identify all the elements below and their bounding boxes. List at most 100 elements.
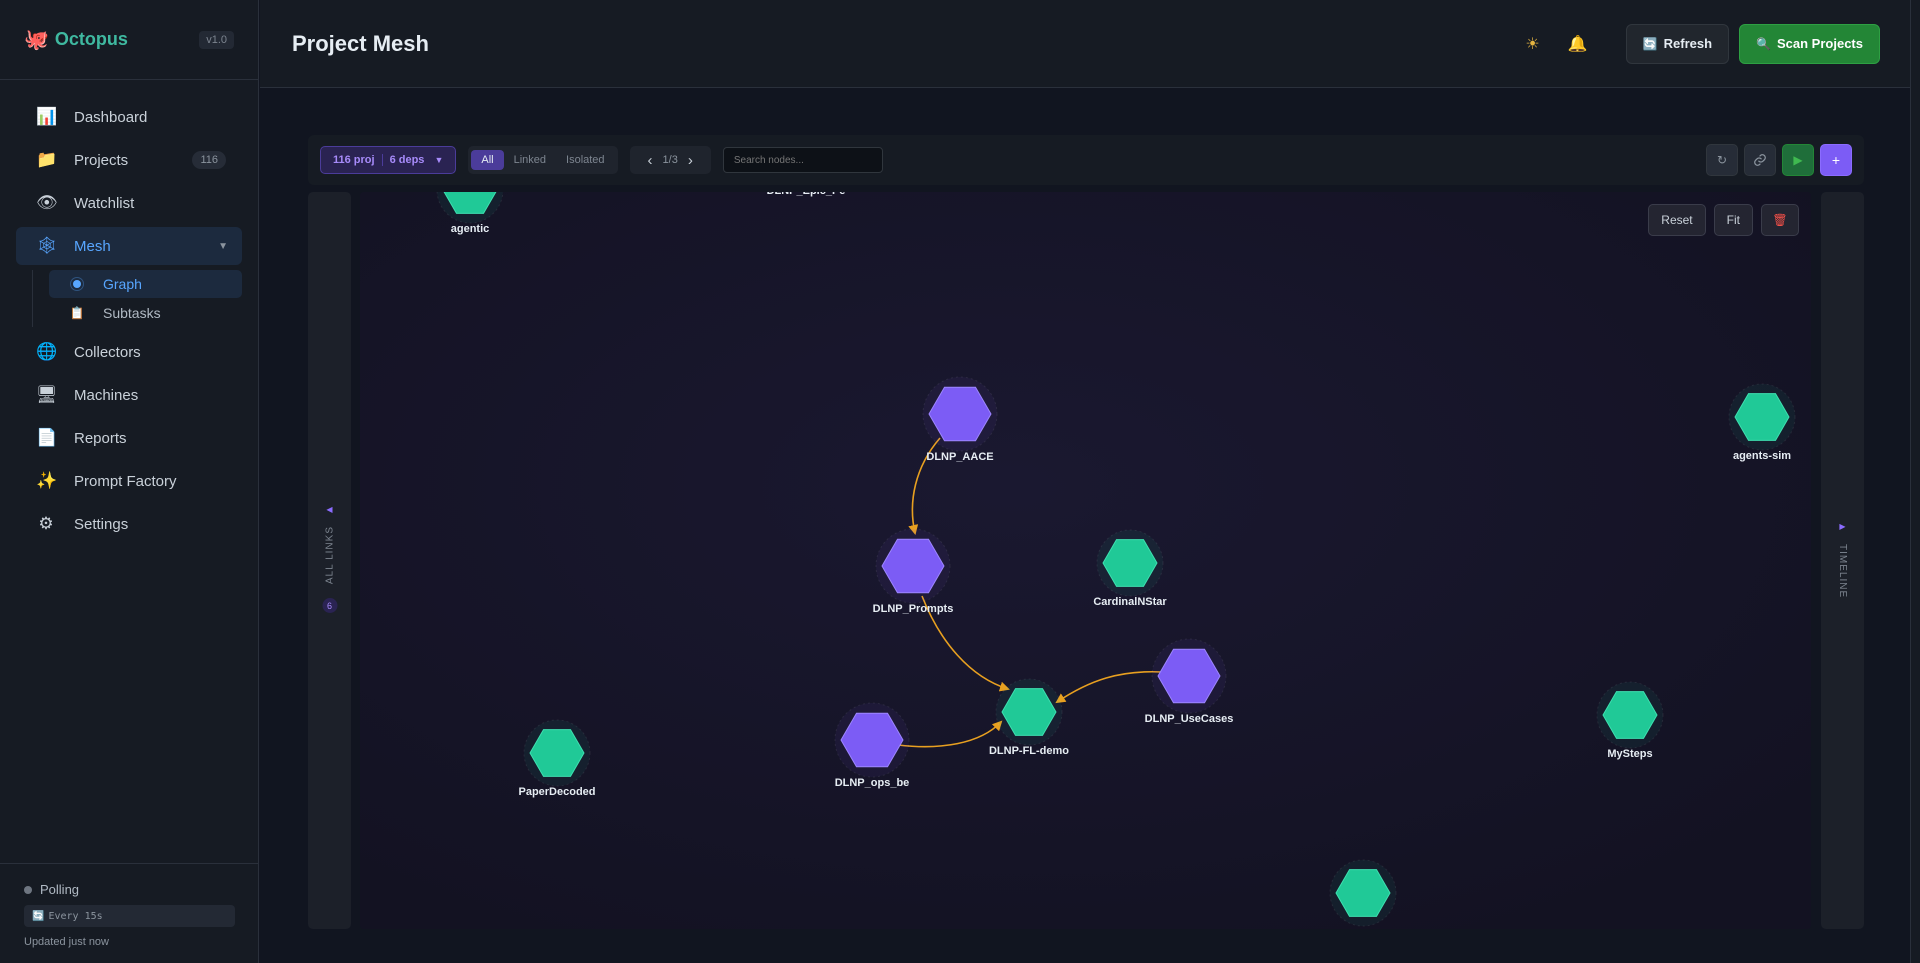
mesh-icon: 🕸 (36, 236, 58, 255)
chevron-down-icon[interactable]: ▼ (218, 241, 228, 252)
eye-icon: 👁 (36, 193, 58, 212)
sidebar-item-machines[interactable]: 🖥 Machines (16, 376, 242, 414)
radio-dot-icon (69, 277, 85, 291)
chevron-left-icon[interactable]: ‹ (638, 152, 663, 169)
scan-projects-button[interactable]: 🔍 Scan Projects (1739, 23, 1880, 64)
sparkles-icon: ✨ (36, 471, 58, 490)
node-label: DLNP_Prompts (873, 603, 954, 615)
sidebar-item-mesh[interactable]: 🕸 Mesh ▼ (16, 227, 242, 265)
graph-node[interactable] (1329, 859, 1397, 927)
clipped-node-label: DLNP_Epic_Pe (767, 192, 846, 197)
sidebar-item-prompt-factory[interactable]: ✨ Prompt Factory (16, 462, 242, 500)
theme-toggle-icon[interactable]: ☀ (1525, 34, 1539, 54)
main-nav: 📊 Dashboard 📁 Projects 116 👁 Watchlist 🕸… (0, 80, 258, 543)
gear-icon: ⚙ (38, 514, 54, 533)
deps-count: 6 deps (389, 154, 425, 166)
page-scrollbar[interactable] (1910, 0, 1920, 963)
timeline-rail[interactable]: ▶ TIMELINE (1821, 192, 1864, 929)
graph-node[interactable]: DLNP_AACE (922, 376, 998, 463)
canvas-controls: Reset Fit 🗑 (1640, 204, 1799, 236)
header-actions: ☀ 🔔 🔄 Refresh 🔍 Scan Projects (1525, 23, 1880, 64)
sidebar-item-reports[interactable]: 📄 Reports (16, 419, 242, 457)
page-title: Project Mesh (292, 30, 429, 56)
projects-count-badge: 116 (192, 151, 226, 169)
sidebar-item-label: Watchlist (74, 194, 135, 212)
sidebar-subitem-label: Subtasks (103, 305, 161, 321)
polling-status: Polling 🔄 Every 15s Updated just now (0, 863, 259, 963)
all-links-rail[interactable]: ◀ ALL LINKS 6 (308, 192, 351, 929)
bell-icon[interactable]: 🔔 (1568, 34, 1588, 54)
canvas-background (360, 192, 1811, 929)
chart-icon: 📊 (36, 107, 58, 126)
all-links-label: ALL LINKS (324, 526, 335, 585)
refresh-button-label: Refresh (1663, 36, 1713, 51)
plus-icon: + (1831, 152, 1841, 168)
mesh-graph-canvas[interactable]: agentic DLNP_AACE DLNP_Prompts CardinalNSta… (360, 192, 1811, 929)
folder-icon: 📁 (36, 150, 58, 169)
node-label: agents-sim (1733, 450, 1791, 462)
octopus-logo-icon: 🐙 (24, 29, 49, 51)
refresh-icon: 🔄 (32, 910, 45, 922)
node-label: agentic (451, 223, 490, 235)
filter-segmented-control: All Linked Isolated (468, 146, 618, 174)
trash-icon: 🗑 (1772, 213, 1788, 227)
filter-isolated[interactable]: Isolated (556, 150, 615, 170)
add-button[interactable]: + (1820, 144, 1852, 176)
filter-linked[interactable]: Linked (504, 150, 556, 170)
status-dot-icon (24, 885, 32, 894)
sidebar-item-label: Reports (74, 429, 127, 447)
project-deps-dropdown[interactable]: 116 proj 6 deps ▼ (320, 146, 457, 174)
chevron-right-icon[interactable]: › (678, 152, 703, 169)
sidebar-item-collectors[interactable]: 🌐 Collectors (16, 333, 242, 371)
sidebar-item-label: Dashboard (74, 108, 148, 126)
graph-node[interactable]: agents-sim (1728, 383, 1796, 462)
link-button[interactable] (1744, 144, 1776, 176)
sidebar-item-projects[interactable]: 📁 Projects 116 (16, 141, 242, 179)
refresh-icon: 🔄 (1642, 36, 1658, 51)
play-button[interactable]: ▶ (1782, 144, 1814, 176)
sidebar-item-dashboard[interactable]: 📊 Dashboard (16, 98, 242, 136)
reload-icon: ↻ (1716, 153, 1728, 167)
chevron-down-icon: ▼ (434, 155, 444, 165)
pager: ‹ 1/3 › (629, 146, 711, 174)
reload-layout-button[interactable]: ↻ (1706, 144, 1738, 176)
mesh-subnav: Graph 📋 Subtasks (32, 270, 258, 327)
app-name: Octopus (54, 29, 128, 49)
sidebar-item-settings[interactable]: ⚙ Settings (16, 505, 242, 543)
graph-svg[interactable]: agentic DLNP_AACE DLNP_Prompts CardinalNSta… (360, 192, 1811, 929)
page-indicator: 1/3 (662, 154, 678, 166)
link-icon (1754, 154, 1766, 166)
play-icon: ▶ (1793, 153, 1803, 167)
sidebar-subitem-graph[interactable]: Graph (49, 270, 242, 298)
search-nodes-input[interactable] (722, 147, 883, 173)
graph-node[interactable]: DLNP_ops_be (834, 702, 910, 789)
polling-label: Polling (40, 882, 80, 897)
sidebar-item-label: Mesh (74, 237, 111, 255)
sidebar: 🐙 Octopus v1.0 📊 Dashboard 📁 Projects 11… (0, 0, 259, 963)
project-count: 116 proj (333, 154, 375, 166)
document-icon: 📄 (36, 428, 58, 447)
globe-icon: 🌐 (36, 342, 58, 361)
sidebar-subitem-subtasks[interactable]: 📋 Subtasks (49, 299, 242, 327)
caret-left-icon: ◀ (326, 505, 333, 514)
polling-interval-value: Every 15s (48, 910, 103, 922)
reset-view-button[interactable]: Reset (1648, 204, 1706, 236)
clipboard-icon: 📋 (69, 306, 85, 320)
sidebar-item-watchlist[interactable]: 👁 Watchlist (16, 184, 242, 222)
sidebar-subitem-label: Graph (103, 276, 142, 292)
toolbar-tools: ↻ ▶ + (1700, 144, 1852, 176)
node-label: DLNP-FL-demo (989, 745, 1069, 757)
polling-interval-select[interactable]: 🔄 Every 15s (24, 905, 235, 927)
fit-view-button[interactable]: Fit (1713, 204, 1753, 236)
refresh-button[interactable]: 🔄 Refresh (1625, 23, 1730, 64)
search-icon: 🔍 (1756, 36, 1771, 51)
brand[interactable]: 🐙 Octopus v1.0 (0, 0, 258, 80)
monitor-icon: 🖥 (36, 385, 58, 404)
node-label: DLNP_AACE (926, 451, 993, 463)
node-label: PaperDecoded (518, 786, 595, 798)
last-updated-text: Updated just now (24, 936, 109, 948)
delete-button[interactable]: 🗑 (1761, 204, 1799, 236)
filter-all[interactable]: All (471, 150, 504, 170)
timeline-label: TIMELINE (1837, 544, 1848, 599)
page-header: Project Mesh ☀ 🔔 🔄 Refresh 🔍 Scan Projec… (260, 0, 1910, 88)
